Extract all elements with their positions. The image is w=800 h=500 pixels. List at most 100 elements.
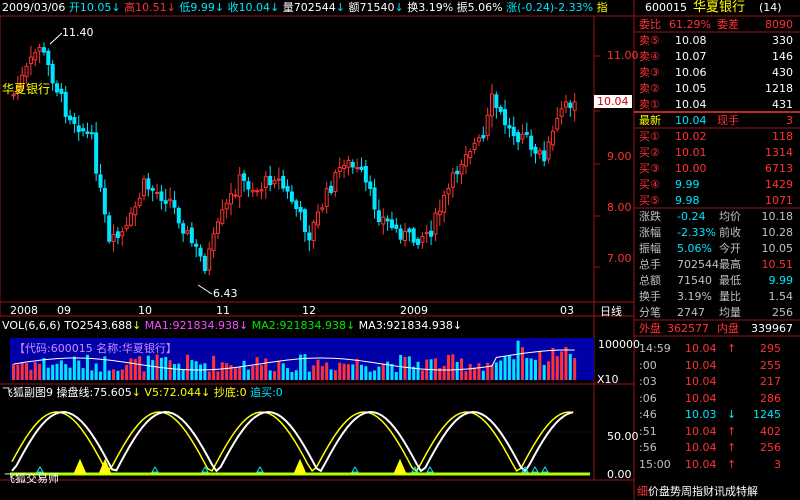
volume-bar [133, 359, 137, 380]
tick-price: 10.04 [685, 375, 717, 388]
candle-body [520, 133, 525, 140]
candle-body [368, 181, 373, 189]
stat-row: 分笔 2747 均量 256 [637, 305, 797, 321]
candle-body [507, 125, 512, 129]
ask-volume: 330 [772, 34, 793, 47]
stat-row: 换手 3.19% 量比 1.54 [637, 289, 797, 305]
candle-body [320, 207, 325, 210]
stat-label-1: 总手 [639, 258, 661, 271]
bid-row: 买② 10.01 1314 [637, 145, 797, 161]
candle-body [194, 243, 199, 247]
footer-text[interactable]: 价盘势周指财讯成特解 [648, 485, 758, 498]
candle-body [133, 206, 138, 216]
candle-body [198, 247, 203, 257]
candle-body [250, 189, 255, 193]
candle-body [220, 209, 225, 224]
volume-bar [320, 366, 324, 380]
candle-body [81, 128, 86, 132]
bid-price: 9.98 [675, 194, 700, 207]
candle-body [346, 159, 351, 168]
candle-body [481, 134, 486, 139]
candle-body [242, 173, 247, 181]
stat-value-1: -2.33% [677, 226, 716, 239]
volume-bar [351, 364, 355, 380]
amplitude-label: 振 [456, 1, 468, 14]
volume-bar [333, 370, 337, 380]
candle-body [185, 230, 190, 234]
stat-label-2: 均价 [719, 210, 741, 223]
low-label: 低 [179, 1, 191, 14]
volume-bar [573, 358, 577, 380]
volume-bar [329, 369, 333, 380]
candle-body [385, 218, 390, 222]
candle-body [463, 154, 468, 167]
ask-row: 卖⑤ 10.08 330 [637, 33, 797, 49]
candle-body [246, 181, 251, 190]
tick-volume: 295 [760, 342, 781, 355]
volume-bar [281, 363, 285, 380]
amount-value: 71540 [359, 1, 395, 14]
signal-triangle [256, 466, 264, 473]
candle-body [355, 166, 360, 170]
volume-bar [68, 367, 72, 380]
stat-value-1: -0.24 [677, 210, 706, 223]
candle-body [281, 175, 286, 189]
volume-bar [420, 370, 424, 380]
candle-body [394, 224, 399, 229]
candle-body [89, 132, 94, 135]
volume-bar [151, 360, 155, 380]
stat-value-2: 1.54 [768, 290, 794, 303]
vol-title: VOL(6,6,6) [2, 319, 61, 332]
volume-bar [172, 364, 176, 380]
ask-price: 10.08 [675, 34, 707, 47]
last-label: 最新 [639, 114, 661, 127]
stat-value-1: 2747 [677, 306, 705, 319]
candle-body [37, 46, 42, 52]
volume-bar [55, 363, 59, 380]
volume-bar [212, 355, 216, 380]
ohlc-header: 2009/03/06 开10.05↓ 高10.51↓ 低9.99↓ 收10.04… [2, 1, 608, 14]
bid-volume: 118 [772, 130, 793, 143]
bid-price: 10.00 [675, 162, 707, 175]
candle-body [102, 187, 107, 215]
volume-bar [525, 358, 529, 380]
candle-body [46, 50, 51, 66]
volume-bar [146, 355, 150, 380]
tick-price: 10.04 [685, 441, 717, 454]
vol-ma3: MA3:921834.938 [358, 319, 453, 332]
y-tick-900: 9.00 [607, 150, 632, 163]
candle-body [359, 166, 364, 170]
current-price-tag: 10.04 [594, 95, 632, 108]
signal-triangle [293, 458, 307, 475]
volume-bar [286, 368, 290, 380]
signal-triangle [351, 466, 359, 473]
ask-price: 10.07 [675, 50, 707, 63]
candle-body [68, 115, 73, 121]
volume-bar [29, 369, 33, 380]
ask-volume: 431 [772, 98, 793, 111]
turnover-value: 3.19% [418, 1, 454, 14]
volume-bar [507, 355, 511, 380]
footer-marker[interactable]: 细 [637, 485, 648, 498]
candle-body [63, 91, 68, 117]
candle-body [259, 189, 264, 192]
candle-body [107, 215, 112, 242]
candle-body [455, 170, 460, 175]
volume-bar [220, 362, 224, 380]
vol-ma2: MA2:921834.938 [251, 319, 346, 332]
volume-bar [64, 364, 68, 380]
stat-value-2: 9.99 [768, 274, 794, 287]
volume-bar [416, 361, 420, 380]
ask-label: 卖① [639, 98, 660, 111]
high-value: 10.51 [135, 1, 167, 14]
candle-body [372, 187, 377, 210]
candle-body [142, 178, 146, 197]
bid-label: 买① [639, 130, 660, 143]
volume-bar [538, 351, 542, 380]
volume-bar [338, 362, 342, 380]
footer-tabs[interactable]: 细价盘势周指财讯成特解 [637, 483, 758, 499]
x-label-2009: 2009 [400, 304, 428, 317]
volume-bar [20, 363, 24, 380]
tick-time: :00 [639, 358, 657, 372]
candle-body [163, 200, 168, 204]
